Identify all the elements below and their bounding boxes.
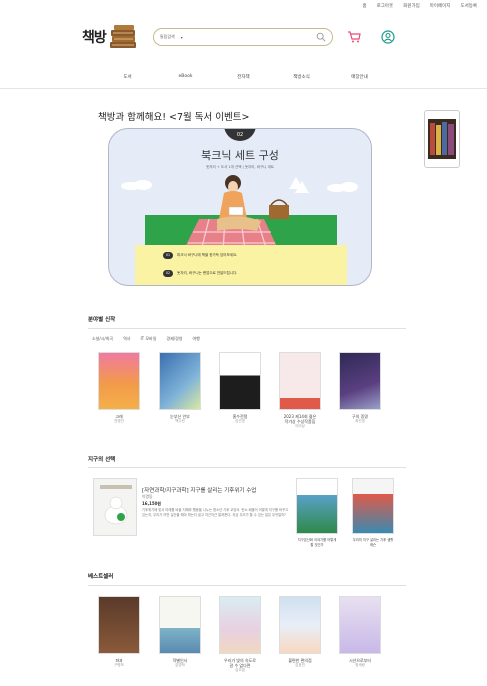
banner-info-row: 01 피크닉 바구니에 책을 한가득 담아보세요. xyxy=(163,252,237,259)
bear-illustration xyxy=(100,485,132,525)
book-author: 김영하 xyxy=(175,663,185,667)
book-cover xyxy=(159,596,201,654)
book-card[interactable]: 구의 증명 최진영 xyxy=(339,352,381,424)
search-category-select[interactable]: 통합검색 ▾ xyxy=(160,34,183,40)
book-card[interactable]: 우리의 지구 살리는 기후 생활 레슨 xyxy=(352,478,394,548)
tab-it-mobile[interactable]: IT 모바일 xyxy=(140,336,156,342)
info-badge: 02 xyxy=(163,270,173,277)
book-card[interactable]: 불편한 편의점 김호연 xyxy=(279,596,321,668)
side-banner-ad[interactable] xyxy=(424,110,460,168)
book-cover xyxy=(339,352,381,410)
book-stack-icon xyxy=(109,25,136,48)
user-account-icon[interactable] xyxy=(381,30,395,44)
event-banner[interactable]: 02 북크닉 세트 구성 돗자리 + 도서 1개 선택 | 돗자리, 바구니 세… xyxy=(108,128,372,286)
event-title: 책방과 함께해요! <7월 독서 이벤트> xyxy=(98,112,250,123)
book-cover xyxy=(159,352,201,410)
search-input[interactable] xyxy=(186,34,316,40)
featured-book-author: 이명동 xyxy=(142,494,153,499)
book-cover xyxy=(339,596,381,654)
search-icon[interactable] xyxy=(316,32,326,42)
cloud-illustration xyxy=(327,182,358,192)
book-card[interactable]: 파과 구병모 xyxy=(98,596,140,668)
topbar-register-book-link[interactable]: 도서등록 xyxy=(460,3,477,9)
search-bar: 통합검색 ▾ xyxy=(153,28,333,46)
banner-info-panel xyxy=(135,245,347,285)
section-divider xyxy=(88,585,406,586)
nav-divider xyxy=(0,88,487,89)
book-card[interactable]: 우리가 빛의 속도로 갈 수 없다면 김초엽 xyxy=(219,596,261,673)
book-card[interactable]: 고래 천명관 xyxy=(98,352,140,424)
featured-book-title[interactable]: [자연과학/지구과학] 지구를 살리는 기후위기 수업 xyxy=(142,486,256,494)
earth-pick-title: 지구의 선택 xyxy=(88,457,116,463)
book-card[interactable]: 홍수전쟁 김선영 xyxy=(219,352,261,424)
bookshelf-image xyxy=(428,119,456,159)
info-text: 돗자리, 바구니는 랜덤으로 전달드립니다. xyxy=(177,271,238,275)
book-author: 천명관 xyxy=(114,419,124,423)
info-badge: 01 xyxy=(163,252,173,259)
book-cover xyxy=(279,352,321,410)
nav-item-books[interactable]: 도서 xyxy=(99,74,157,80)
book-cover xyxy=(279,596,321,654)
logo-text: 책방 xyxy=(82,30,107,46)
book-cover xyxy=(352,478,394,534)
tab-history[interactable]: 역사 xyxy=(123,336,130,342)
new-books-title: 분야별 신작 xyxy=(88,317,116,323)
book-author: 김선영 xyxy=(235,419,245,423)
cloud-illustration xyxy=(121,180,152,190)
banner-info-row: 02 돗자리, 바구니는 랜덤으로 전달드립니다. xyxy=(163,270,237,277)
book-author: 김초엽 xyxy=(235,668,245,672)
top-utility-bar: 홈 로그아웃 회원가입 마이페이지 도서등록 xyxy=(362,3,477,9)
nav-item-e-book-kr[interactable]: 전자책 xyxy=(215,74,273,80)
book-author: 정세랑 xyxy=(355,663,365,667)
topbar-mypage-link[interactable]: 마이페이지 xyxy=(430,3,451,9)
book-title: 우리가 빛의 속도로 갈 수 없다면 xyxy=(224,658,256,668)
book-card[interactable]: 2023 제14회 젊은 작가상 수상작품집 이미상 xyxy=(279,352,321,429)
nav-item-store-info[interactable]: 매장안내 xyxy=(331,74,389,80)
book-cover xyxy=(296,478,338,534)
featured-book-description: 기후위기에 맞서 미래를 바꿀 지혜와 행동을 나누는 청소년 기후 교양서. … xyxy=(142,508,289,517)
topbar-signup-link[interactable]: 회원가입 xyxy=(403,3,420,9)
bestseller-title: 베스트셀러 xyxy=(88,574,114,580)
book-author: 김호연 xyxy=(295,663,305,667)
nav-item-ebook[interactable]: eBook xyxy=(157,74,215,80)
tab-travel[interactable]: 여행 xyxy=(193,336,200,342)
book-cover xyxy=(219,352,261,410)
book-cover xyxy=(98,352,140,410)
book-author: 구병모 xyxy=(114,663,124,667)
book-title: 2023 제14회 젊은 작가상 수상작품집 xyxy=(283,414,317,424)
banner-headline: 북크닉 세트 구성 xyxy=(201,149,279,162)
tab-fiction[interactable]: 소설/시/희곡 xyxy=(92,336,113,342)
search-category-label: 통합검색 xyxy=(160,34,175,39)
book-card[interactable]: 눈부신 안부 백수린 xyxy=(159,352,201,424)
tab-economy[interactable]: 경제/경영 xyxy=(166,336,182,342)
banner-number: 02 xyxy=(224,129,256,141)
featured-book-price: 16,150원 xyxy=(142,501,162,506)
book-author: 백수린 xyxy=(175,419,185,423)
book-cover xyxy=(219,596,261,654)
topbar-home-link[interactable]: 홈 xyxy=(362,3,366,9)
info-text: 피크닉 바구니에 책을 한가득 담아보세요. xyxy=(177,253,238,257)
section-divider xyxy=(88,467,406,468)
new-books-tabs: 소설/시/희곡 역사 IT 모바일 경제/경영 여행 xyxy=(92,336,200,342)
book-author: 이미상 xyxy=(295,424,305,428)
main-nav: 도서 eBook 전자책 책방소식 매장안내 xyxy=(0,74,487,80)
book-card[interactable]: 시선으로부터 정세랑 xyxy=(339,596,381,668)
chevron-down-icon: ▾ xyxy=(180,34,183,40)
picnic-illustration xyxy=(183,175,309,251)
book-title: 지구온난화 이야기를 어떻게 할 것인가 xyxy=(297,538,337,547)
site-logo[interactable]: 책방 xyxy=(82,24,138,50)
book-cover xyxy=(98,596,140,654)
topbar-logout-link[interactable]: 로그아웃 xyxy=(377,3,394,9)
book-title: 우리의 지구 살리는 기후 생활 레슨 xyxy=(352,538,394,547)
featured-book-cover[interactable] xyxy=(93,478,137,536)
book-author: 최진영 xyxy=(355,419,365,423)
nav-item-news[interactable]: 책방소식 xyxy=(273,74,331,80)
section-divider xyxy=(88,328,406,329)
cart-icon[interactable] xyxy=(347,31,361,43)
book-card[interactable]: 지구온난화 이야기를 어떻게 할 것인가 xyxy=(296,478,338,548)
book-card[interactable]: 작별인사 김영하 xyxy=(159,596,201,668)
